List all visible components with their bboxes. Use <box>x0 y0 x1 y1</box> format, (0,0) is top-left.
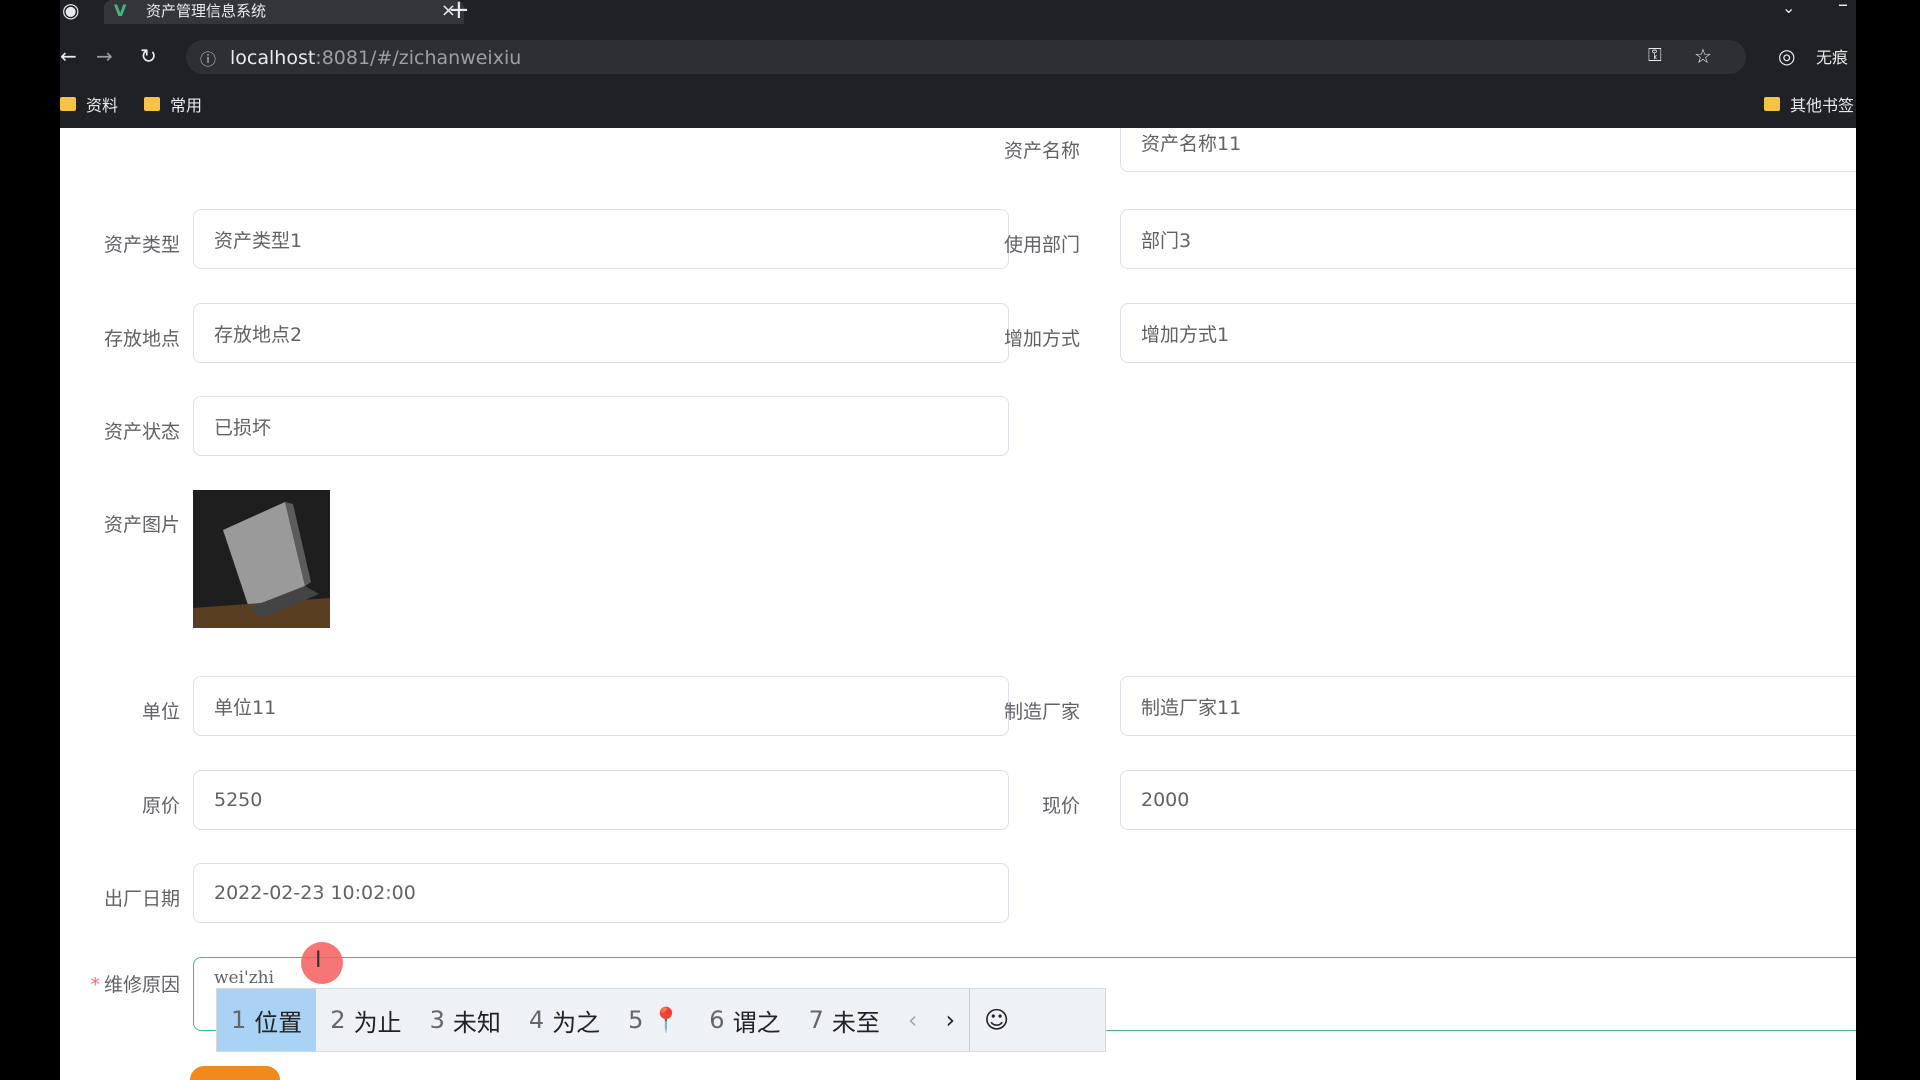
folder-icon <box>60 97 76 111</box>
candidate-text: 位置 <box>254 1008 303 1037</box>
location-label: 存放地点 <box>103 328 180 350</box>
url-text: localhost:8081/#/zichanweixiu <box>230 47 522 69</box>
manufacturer-label: 制造厂家 <box>1003 701 1080 723</box>
laptop-image <box>193 490 330 628</box>
candidate-text: 未知 <box>452 1008 501 1037</box>
tab-search-chevron-icon[interactable]: ⌄ <box>1782 0 1795 20</box>
other-bookmarks-label: 其他书签 <box>1790 96 1855 115</box>
candidate-number: 1 <box>231 1006 247 1034</box>
vue-favicon-icon: V <box>114 1 127 20</box>
browser-toolbar: ← → ↻ ⓘ localhost:8081/#/zichanweixiu ⚿ … <box>60 34 1856 80</box>
asset-type-label: 资产类型 <box>103 234 180 256</box>
factory-date-label: 出厂日期 <box>103 888 180 910</box>
tab-bar: ◉ V 资产管理信息系统 × + ⌄ – <box>60 0 1856 24</box>
ime-next-page-icon[interactable]: › <box>931 989 969 1051</box>
photo-label: 资产图片 <box>103 514 180 536</box>
ime-candidate[interactable]: 2 为止 <box>316 989 415 1051</box>
back-icon[interactable]: ← <box>60 44 77 68</box>
status-label: 资产状态 <box>103 421 180 443</box>
profile-label[interactable]: 无痕 <box>1816 46 1848 70</box>
add-method-input[interactable]: 增加方式1 <box>1120 303 1856 363</box>
address-bar[interactable]: ⓘ localhost:8081/#/zichanweixiu ⚿ ☆ <box>186 40 1746 74</box>
asset-name-input[interactable]: 资产名称11 <box>1120 128 1856 172</box>
bookmark-star-icon[interactable]: ☆ <box>1694 44 1712 68</box>
ime-candidate-bar[interactable]: 1 位置 2 为止 3 未知 4 为之 5 📍 6 谓之 7 未至 ‹ › ☺ <box>216 988 1106 1052</box>
original-price-label: 原价 <box>141 795 180 817</box>
candidate-text: 为之 <box>552 1008 601 1037</box>
factory-date-input[interactable]: 2022-02-23 10:02:00 <box>193 863 1009 923</box>
ime-candidate[interactable]: 7 未至 <box>795 989 894 1051</box>
unit-input[interactable]: 单位11 <box>193 676 1009 736</box>
candidate-text: 为止 <box>353 1008 402 1037</box>
ime-candidate[interactable]: 3 未知 <box>416 989 515 1051</box>
candidate-number: 6 <box>709 1006 725 1034</box>
candidate-number: 5 <box>628 1006 644 1034</box>
add-method-label: 增加方式 <box>1003 328 1080 350</box>
required-mark: * <box>90 974 100 996</box>
key-icon[interactable]: ⚿ <box>1648 44 1662 68</box>
site-info-icon[interactable]: ⓘ <box>200 46 216 70</box>
browser-logo-icon: ◉ <box>62 0 80 22</box>
department-label: 使用部门 <box>1003 234 1080 256</box>
bookmark-folder-changyong[interactable]: 常用 <box>144 92 202 116</box>
location-input[interactable]: 存放地点2 <box>193 303 1009 363</box>
unit-label: 单位 <box>141 701 180 723</box>
department-input[interactable]: 部门3 <box>1120 209 1856 269</box>
ime-candidate[interactable]: 4 为之 <box>515 989 614 1051</box>
bookmark-folder-ziliao[interactable]: 资料 <box>60 92 118 116</box>
browser-chrome: ◉ V 资产管理信息系统 × + ⌄ – ← → ↻ ⓘ localhost:8… <box>60 0 1856 128</box>
repair-reason-label: * 维修原因 <box>60 970 180 997</box>
new-tab-icon[interactable]: + <box>448 0 470 23</box>
bookmarks-bar: 资料 常用 其他书签 <box>60 88 1856 118</box>
bookmark-label: 资料 <box>86 96 119 115</box>
candidate-number: 3 <box>429 1006 445 1034</box>
candidate-text: 未至 <box>831 1008 880 1037</box>
candidate-number: 2 <box>330 1006 346 1034</box>
overlay-banner-fragment <box>190 1060 670 1080</box>
reload-icon[interactable]: ↻ <box>140 44 157 68</box>
folder-icon <box>144 97 160 111</box>
current-price-label: 现价 <box>1041 795 1080 817</box>
original-price-input[interactable]: 5250 <box>193 770 1009 830</box>
candidate-text: 📍 <box>651 1006 682 1034</box>
tab-title: 资产管理信息系统 <box>146 2 267 20</box>
asset-type-input[interactable]: 资产类型1 <box>193 209 1009 269</box>
text-cursor-icon: I <box>301 942 343 984</box>
candidate-number: 7 <box>808 1006 824 1034</box>
ime-prev-page-icon[interactable]: ‹ <box>894 989 932 1051</box>
candidate-text: 谓之 <box>732 1008 781 1037</box>
manufacturer-input[interactable]: 制造厂家11 <box>1120 676 1856 736</box>
incognito-icon[interactable]: ◎ <box>1778 44 1795 68</box>
ime-candidate[interactable]: 6 谓之 <box>695 989 794 1051</box>
folder-icon <box>1764 97 1780 111</box>
status-input[interactable]: 已损坏 <box>193 396 1009 456</box>
repair-form: 资产名称 资产名称11 资产类型 资产类型1 使用部门 部门3 存放地点 存放地… <box>60 128 1856 1080</box>
ime-emoji-icon[interactable]: ☺ <box>969 989 1023 1051</box>
candidate-number: 4 <box>528 1006 545 1034</box>
current-price-input[interactable]: 2000 <box>1120 770 1856 830</box>
minimize-icon[interactable]: – <box>1838 0 1848 16</box>
forward-icon[interactable]: → <box>96 44 113 68</box>
browser-tab[interactable]: V 资产管理信息系统 × <box>104 0 464 24</box>
ime-candidate[interactable]: 1 位置 <box>217 989 317 1051</box>
asset-name-label: 资产名称 <box>1003 140 1080 162</box>
asset-photo[interactable] <box>193 490 330 628</box>
other-bookmarks[interactable]: 其他书签 <box>1764 92 1854 116</box>
ime-candidate[interactable]: 5 📍 <box>614 989 695 1051</box>
bookmark-label: 常用 <box>170 96 203 115</box>
repair-reason-label-text: 维修原因 <box>103 974 180 996</box>
